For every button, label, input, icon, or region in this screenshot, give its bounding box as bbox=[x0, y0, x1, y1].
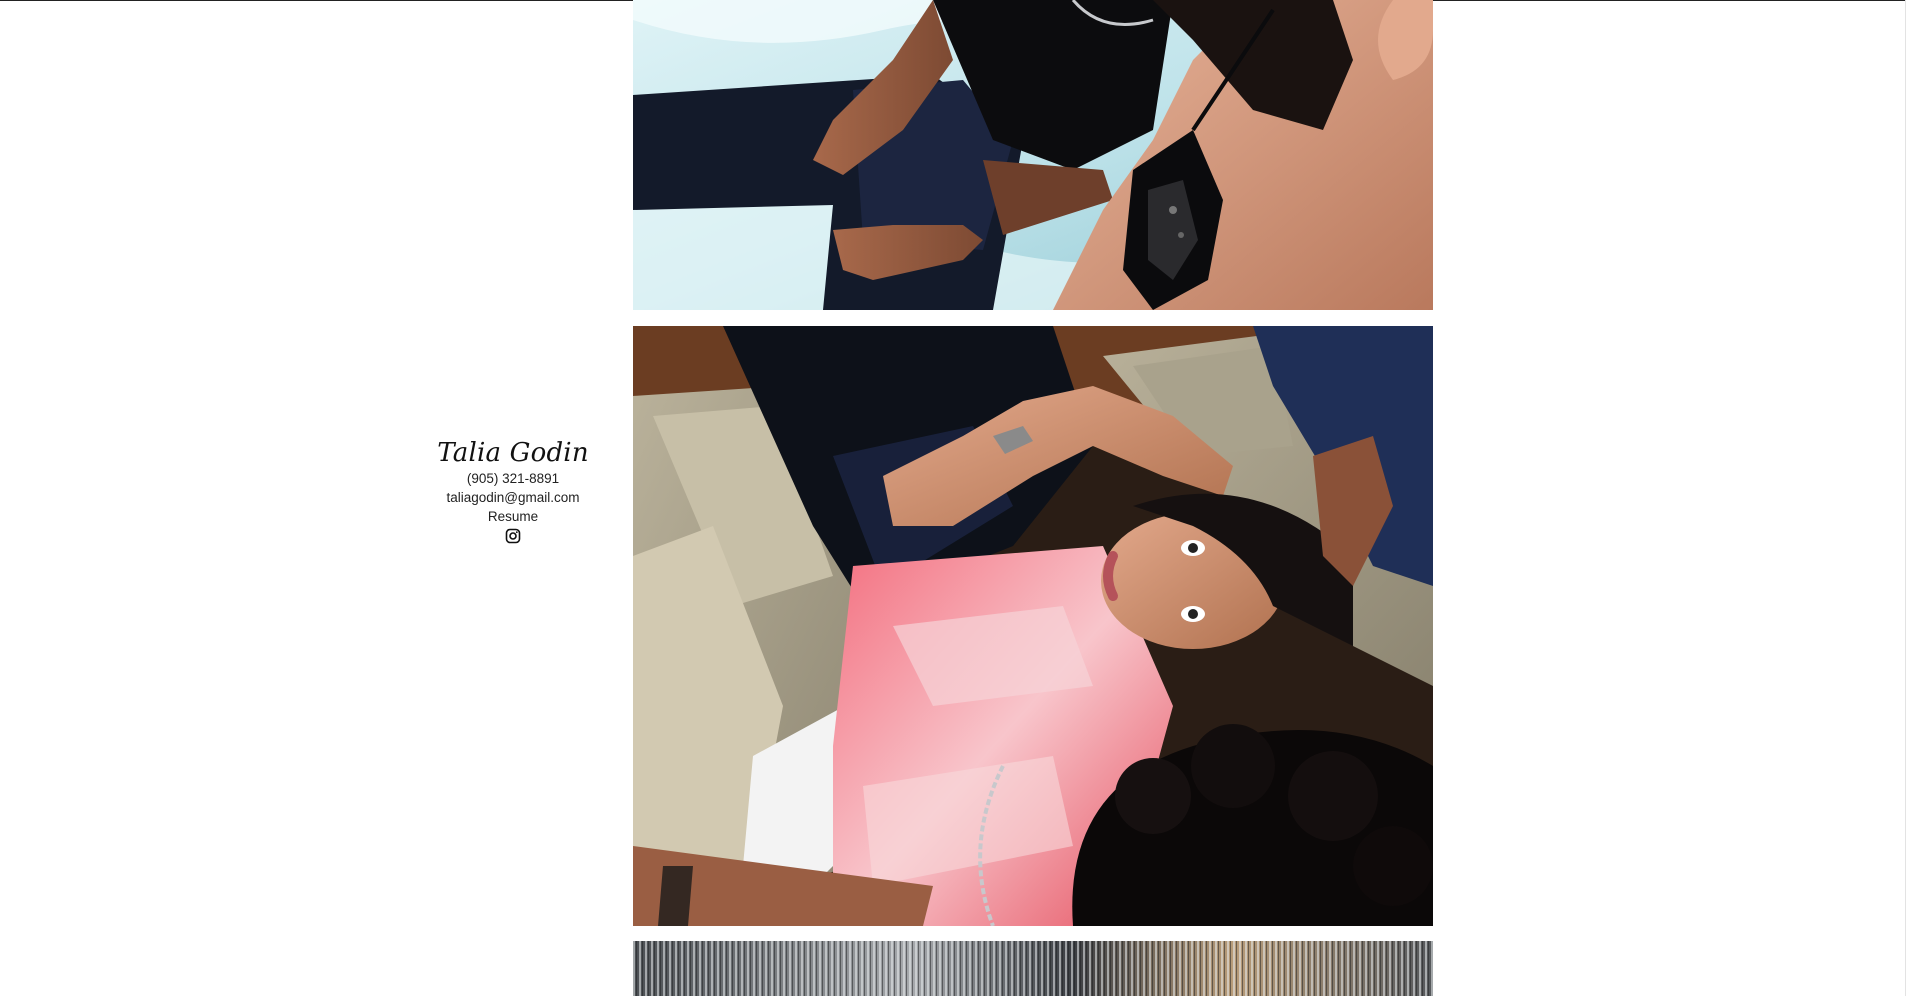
resume-link[interactable]: Resume bbox=[488, 507, 538, 526]
email-link[interactable]: taliagodin@gmail.com bbox=[413, 488, 613, 507]
gallery-photo-bed[interactable] bbox=[633, 0, 1433, 310]
gallery-photo-sparkle[interactable] bbox=[633, 941, 1433, 996]
phone-number: (905) 321-8891 bbox=[466, 471, 560, 486]
gallery-photo-couch[interactable] bbox=[633, 326, 1433, 926]
instagram-icon[interactable] bbox=[505, 528, 521, 544]
portfolio-page: Talia Godin (905) 321-8891 taliagodin@gm… bbox=[0, 0, 1906, 996]
site-title[interactable]: Talia Godin bbox=[413, 437, 613, 469]
contact-sidebar: Talia Godin (905) 321-8891 taliagodin@gm… bbox=[413, 437, 613, 549]
